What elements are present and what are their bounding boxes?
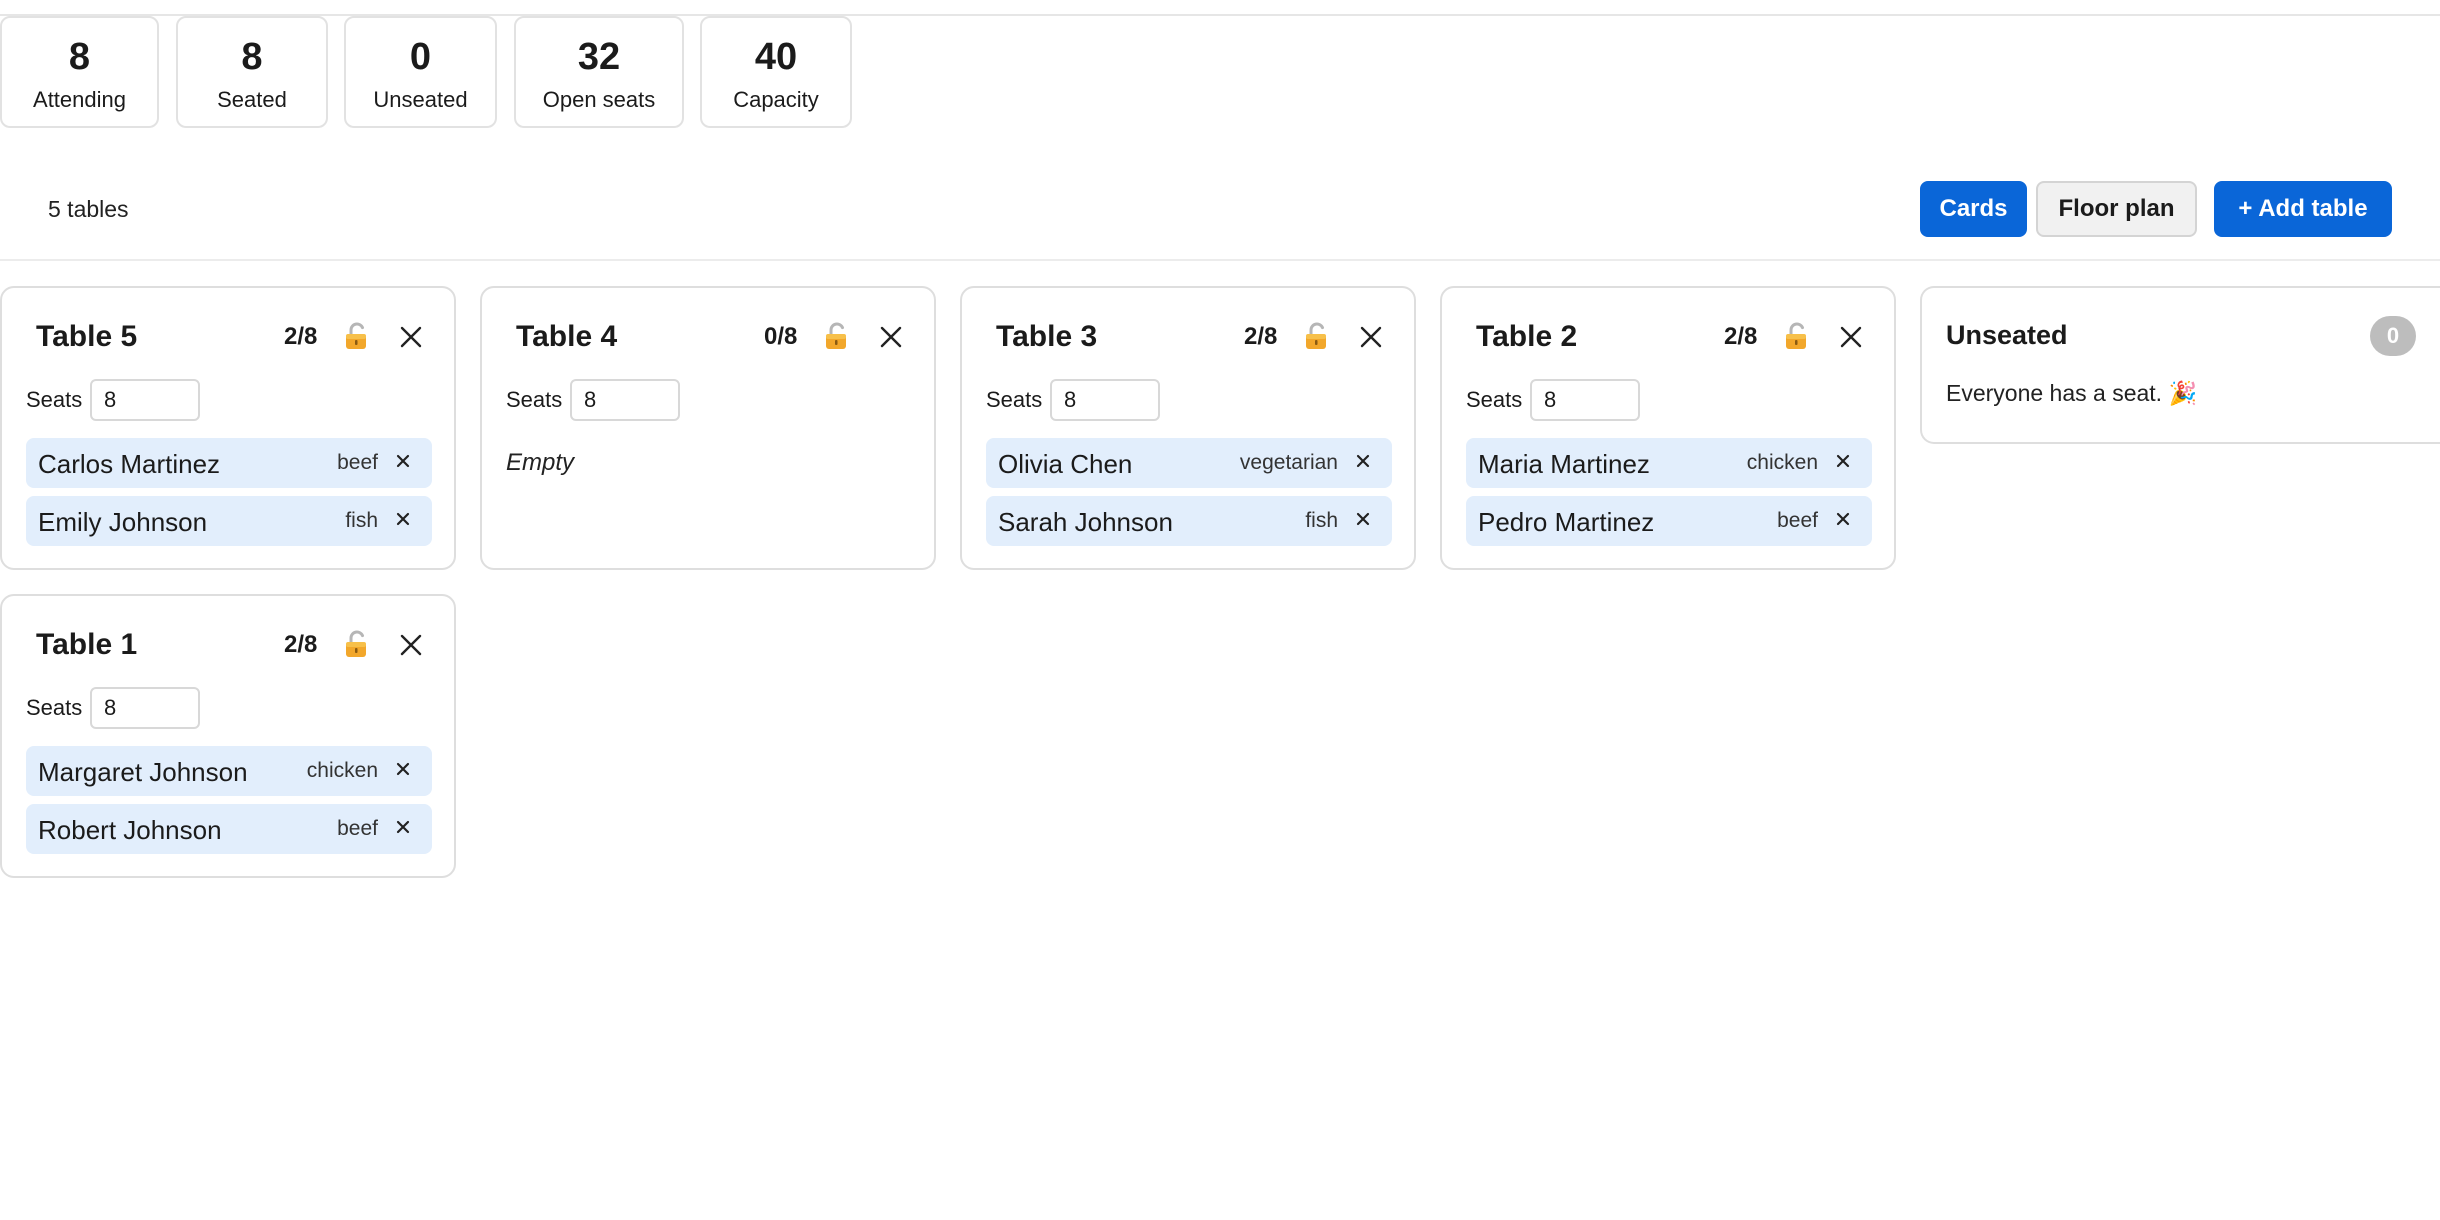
cards-view-button[interactable]: Cards (1920, 181, 2027, 237)
table-card-table-3: Table 3 2/8 Seats Olivia Chen vegetarian S… (960, 286, 1416, 570)
guest-meal: beef (337, 451, 378, 474)
seats-label: Seats (26, 695, 83, 720)
delete-table-close-icon[interactable] (878, 324, 904, 350)
guest-name: Robert Johnson (38, 815, 222, 845)
unseated-message: Everyone has a seat. 🎉 (1946, 380, 2198, 406)
guest-chip[interactable]: Margaret Johnson chicken (26, 746, 432, 796)
stat-value: 32 (577, 36, 621, 78)
unseated-title: Unseated (1946, 320, 2068, 350)
table-name: Table 3 (996, 320, 1098, 353)
table-card-table-1: Table 1 2/8 Seats Margaret Johnson chicke… (0, 594, 456, 878)
remove-guest-icon[interactable] (394, 452, 412, 470)
stat-value: 8 (68, 36, 91, 78)
unlocked-padlock-icon[interactable] (342, 321, 372, 351)
guest-name: Carlos Martinez (38, 449, 221, 479)
stat-value: 8 (241, 36, 263, 78)
remove-guest-icon[interactable] (1354, 510, 1372, 528)
guest-name: Pedro Martinez (1478, 507, 1655, 537)
remove-guest-icon[interactable] (394, 818, 412, 836)
stat-label: Open seats (542, 87, 656, 112)
guest-chip[interactable]: Emily Johnson fish (26, 496, 432, 546)
table-name: Table 2 (1476, 320, 1578, 353)
table-card-table-5: Table 5 2/8 Seats Carlos Martinez beef Emi… (0, 286, 456, 570)
table-name: Table 1 (36, 628, 138, 661)
stat-seated: 8 Seated (176, 16, 328, 128)
add-table-button[interactable]: + Add table (2214, 181, 2392, 237)
table-name: Table 4 (516, 320, 618, 353)
table-seat-count: 0/8 (764, 323, 798, 350)
stat-label: Unseated (373, 87, 468, 112)
seats-label: Seats (26, 387, 83, 412)
guest-name: Sarah Johnson (998, 507, 1173, 537)
stat-attending: 8 Attending (0, 16, 159, 128)
guest-chip[interactable]: Carlos Martinez beef (26, 438, 432, 488)
guest-meal: vegetarian (1239, 451, 1338, 474)
table-card-table-4: Table 4 0/8 Seats Empty (480, 286, 936, 570)
stat-label: Capacity (733, 87, 819, 112)
guest-meal: chicken (1746, 451, 1818, 474)
guest-meal: fish (1305, 509, 1338, 532)
guest-name: Emily Johnson (38, 507, 208, 537)
guest-chip[interactable]: Robert Johnson beef (26, 804, 432, 854)
stat-unseated: 0 Unseated (344, 16, 497, 128)
delete-table-close-icon[interactable] (1358, 324, 1384, 350)
guest-meal: chicken (306, 759, 378, 782)
guest-meal: fish (345, 509, 378, 532)
seats-label: Seats (1466, 387, 1523, 412)
remove-guest-icon[interactable] (1834, 452, 1852, 470)
guest-chip[interactable]: Maria Martinez chicken (1466, 438, 1872, 488)
delete-table-close-icon[interactable] (398, 632, 424, 658)
stat-capacity: 40 Capacity (700, 16, 852, 128)
remove-guest-icon[interactable] (394, 760, 412, 778)
guest-name: Olivia Chen (998, 449, 1133, 479)
table-seat-count: 2/8 (1724, 323, 1758, 350)
guest-chip[interactable]: Sarah Johnson fish (986, 496, 1392, 546)
remove-guest-icon[interactable] (1834, 510, 1852, 528)
seats-input[interactable] (1530, 379, 1640, 421)
stat-value: 0 (409, 36, 432, 78)
seats-input[interactable] (90, 379, 200, 421)
seats-input[interactable] (570, 379, 680, 421)
seats-input[interactable] (1050, 379, 1160, 421)
delete-table-close-icon[interactable] (398, 324, 424, 350)
guest-chip[interactable]: Pedro Martinez beef (1466, 496, 1872, 546)
guest-name: Maria Martinez (1478, 449, 1650, 479)
stat-value: 40 (754, 36, 798, 78)
guest-chip[interactable]: Olivia Chen vegetarian (986, 438, 1392, 488)
table-count: 5 tables (48, 196, 129, 222)
delete-table-close-icon[interactable] (1838, 324, 1864, 350)
table-name: Table 5 (36, 320, 138, 353)
guest-meal: beef (337, 817, 378, 840)
guest-name: Margaret Johnson (38, 757, 248, 787)
remove-guest-icon[interactable] (1354, 452, 1372, 470)
table-seat-count: 2/8 (284, 323, 318, 350)
remove-guest-icon[interactable] (394, 510, 412, 528)
stat-open-seats: 32 Open seats (514, 16, 684, 128)
unseated-panel: Unseated 0 Everyone has a seat. 🎉 (1920, 286, 2440, 444)
unseated-count-badge: 0 (2370, 316, 2416, 356)
unlocked-padlock-icon[interactable] (342, 629, 372, 659)
unlocked-padlock-icon[interactable] (1302, 321, 1332, 351)
stat-label: Seated (217, 87, 287, 112)
floor-plan-view-button[interactable]: Floor plan (2036, 181, 2197, 237)
empty-table-text: Empty (506, 449, 575, 476)
unlocked-padlock-icon[interactable] (1782, 321, 1812, 351)
seats-input[interactable] (90, 687, 200, 729)
guest-meal: beef (1777, 509, 1818, 532)
stat-label: Attending (33, 87, 126, 112)
seats-label: Seats (986, 387, 1043, 412)
toolbar-divider (0, 259, 2440, 261)
table-seat-count: 2/8 (1244, 323, 1278, 350)
unlocked-padlock-icon[interactable] (822, 321, 852, 351)
table-seat-count: 2/8 (284, 631, 318, 658)
seats-label: Seats (506, 387, 563, 412)
table-card-table-2: Table 2 2/8 Seats Maria Martinez chicken P… (1440, 286, 1896, 570)
